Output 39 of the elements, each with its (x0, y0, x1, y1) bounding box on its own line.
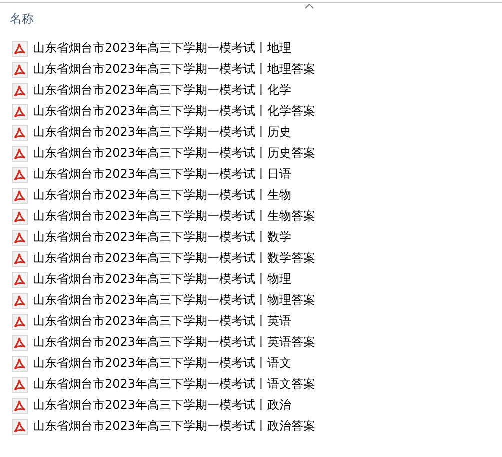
file-name[interactable]: 山东省烟台市2023年高三下学期一模考试丨语文 (33, 355, 292, 372)
pdf-file-icon (12, 418, 28, 434)
pdf-file-icon (12, 230, 28, 246)
pdf-file-icon (12, 398, 28, 414)
file-name[interactable]: 山东省烟台市2023年高三下学期一模考试丨化学答案 (33, 103, 316, 120)
pdf-file-icon (12, 40, 28, 56)
pdf-file-icon (12, 62, 28, 78)
pdf-file-icon (12, 356, 28, 372)
file-name[interactable]: 山东省烟台市2023年高三下学期一模考试丨语文答案 (33, 376, 316, 393)
pdf-file-icon (12, 208, 28, 224)
pdf-file-icon (12, 272, 28, 288)
pdf-file-icon (12, 146, 28, 162)
file-name[interactable]: 山东省烟台市2023年高三下学期一模考试丨物理答案 (33, 292, 316, 309)
file-name[interactable]: 山东省烟台市2023年高三下学期一模考试丨生物答案 (33, 208, 316, 225)
file-name[interactable]: 山东省烟台市2023年高三下学期一模考试丨数学答案 (33, 250, 316, 267)
file-name[interactable]: 山东省烟台市2023年高三下学期一模考试丨日语 (33, 166, 292, 183)
pdf-file-icon (12, 334, 28, 350)
file-name[interactable]: 山东省烟台市2023年高三下学期一模考试丨英语 (33, 313, 292, 330)
file-name[interactable]: 山东省烟台市2023年高三下学期一模考试丨物理 (33, 271, 292, 288)
pdf-file-icon (12, 82, 28, 98)
file-name[interactable]: 山东省烟台市2023年高三下学期一模考试丨英语答案 (33, 334, 316, 351)
pdf-file-icon (12, 250, 28, 266)
column-header[interactable]: 名称 (10, 11, 34, 28)
pdf-file-icon (12, 124, 28, 140)
file-name[interactable]: 山东省烟台市2023年高三下学期一模考试丨化学 (33, 82, 292, 99)
file-name[interactable]: 山东省烟台市2023年高三下学期一模考试丨数学 (33, 229, 292, 246)
file-name[interactable]: 山东省烟台市2023年高三下学期一模考试丨政治 (33, 397, 292, 414)
file-name[interactable]: 山东省烟台市2023年高三下学期一模考试丨地理答案 (33, 61, 316, 78)
pdf-file-icon (12, 166, 28, 182)
pdf-file-icon (12, 292, 28, 308)
file-name[interactable]: 山东省烟台市2023年高三下学期一模考试丨政治答案 (33, 418, 316, 435)
pdf-file-icon (12, 188, 28, 204)
pdf-file-icon (12, 376, 28, 392)
file-name[interactable]: 山东省烟台市2023年高三下学期一模考试丨地理 (33, 40, 292, 57)
pdf-file-icon (12, 104, 28, 120)
file-name[interactable]: 山东省烟台市2023年高三下学期一模考试丨历史 (33, 124, 292, 141)
file-name[interactable]: 山东省烟台市2023年高三下学期一模考试丨历史答案 (33, 145, 316, 162)
file-name[interactable]: 山东省烟台市2023年高三下学期一模考试丨生物 (33, 187, 292, 204)
pdf-file-icon (12, 314, 28, 330)
